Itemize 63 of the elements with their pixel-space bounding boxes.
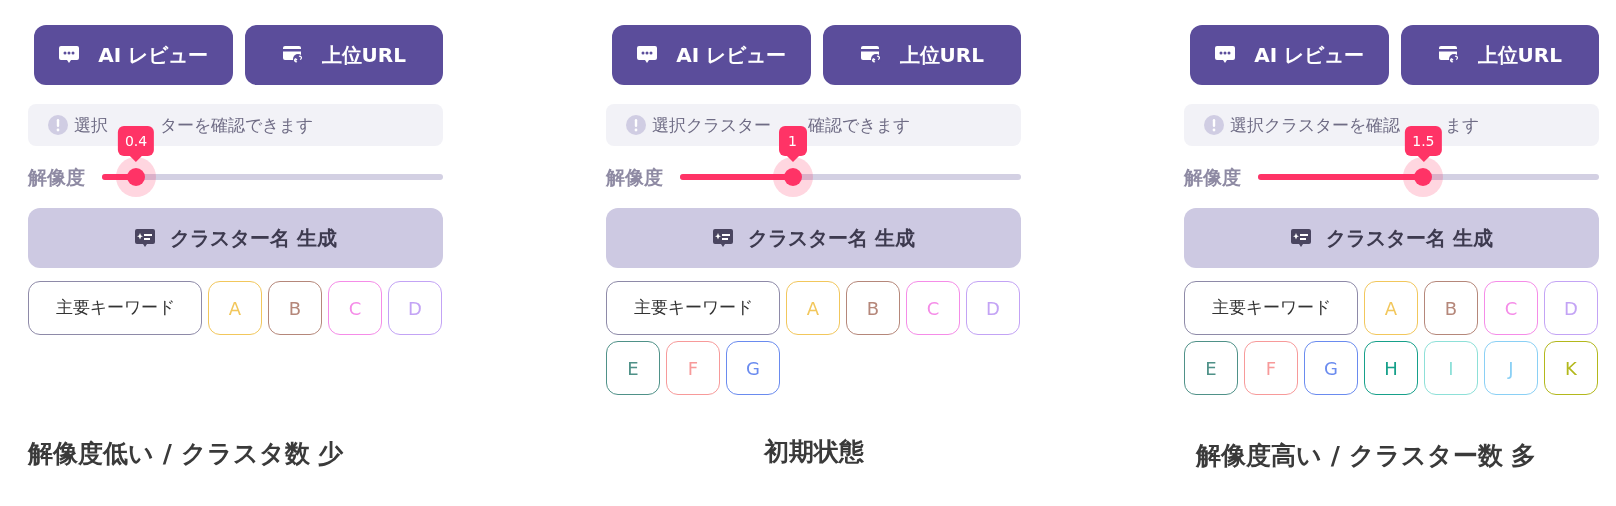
caption: 解像度低い / クラスタ数 少 bbox=[28, 438, 344, 470]
ai-review-button[interactable]: AI レビュー bbox=[612, 25, 811, 85]
slider-thumb[interactable] bbox=[772, 157, 813, 197]
ai-review-button[interactable]: AI レビュー bbox=[34, 25, 233, 85]
chat-sparkle-icon bbox=[1290, 227, 1312, 249]
top-url-button[interactable]: 上位URL bbox=[822, 25, 1021, 85]
exclamation-icon bbox=[626, 115, 646, 135]
chat-bubble-icon bbox=[636, 45, 659, 65]
tooltip-pointer-icon bbox=[786, 156, 799, 162]
keyword-chip[interactable]: 主要キーワード bbox=[1184, 281, 1358, 335]
hint-text: 選択 bbox=[74, 116, 108, 134]
cluster-chip[interactable]: B bbox=[846, 281, 900, 335]
value-tooltip: 1 bbox=[778, 126, 807, 156]
hint-text: 選択クラスター bbox=[652, 116, 771, 134]
generate-names-button[interactable]: クラスター名 生成 bbox=[1184, 208, 1599, 268]
exclamation-icon bbox=[48, 115, 68, 135]
cluster-chip[interactable]: C bbox=[1484, 281, 1538, 335]
cluster-chip[interactable]: D bbox=[966, 281, 1020, 335]
cluster-chip[interactable]: D bbox=[388, 281, 442, 335]
slider-label: 解像度 bbox=[1184, 164, 1242, 190]
value-tooltip: 1.5 bbox=[1405, 126, 1442, 156]
slider-thumb[interactable] bbox=[116, 157, 157, 197]
cluster-chip[interactable]: B bbox=[268, 281, 322, 335]
slider-thumb[interactable] bbox=[1403, 157, 1444, 197]
slider-label: 解像度 bbox=[606, 164, 664, 190]
cluster-chip[interactable]: G bbox=[1304, 341, 1358, 395]
chat-sparkle-icon bbox=[134, 227, 156, 249]
cluster-chip[interactable]: H bbox=[1364, 341, 1418, 395]
cluster-chip[interactable]: B bbox=[1424, 281, 1478, 335]
value-tooltip: 0.4 bbox=[117, 126, 155, 156]
cluster-chip[interactable]: G bbox=[726, 341, 780, 395]
ai-review-button[interactable]: AI レビュー bbox=[1190, 25, 1389, 85]
generate-names-button[interactable]: クラスター名 生成 bbox=[28, 208, 443, 268]
cluster-chip[interactable]: F bbox=[1244, 341, 1298, 395]
caption: 解像度高い / クラスター数 多 bbox=[1196, 440, 1537, 472]
cluster-chip[interactable]: F bbox=[666, 341, 720, 395]
cluster-chip[interactable]: K bbox=[1544, 341, 1598, 395]
keyword-chip[interactable]: 主要キーワード bbox=[28, 281, 202, 335]
cluster-chip[interactable]: J bbox=[1484, 341, 1538, 395]
cluster-chip[interactable]: C bbox=[328, 281, 382, 335]
hint-text: ます bbox=[1445, 116, 1479, 134]
top-url-button[interactable]: 上位URL bbox=[1400, 25, 1599, 85]
card-link-icon bbox=[1437, 45, 1460, 65]
cluster-chip[interactable]: D bbox=[1544, 281, 1598, 335]
cluster-chip[interactable]: E bbox=[606, 341, 660, 395]
tooltip-pointer-icon bbox=[130, 156, 143, 162]
tooltip-pointer-icon bbox=[1417, 156, 1430, 162]
cluster-chip[interactable]: E bbox=[1184, 341, 1238, 395]
chat-sparkle-icon bbox=[712, 227, 734, 249]
card-link-icon bbox=[281, 45, 304, 65]
hint-text: 選択クラスターを確認 bbox=[1230, 116, 1400, 134]
slider-label: 解像度 bbox=[28, 164, 86, 190]
chat-bubble-icon bbox=[1214, 45, 1237, 65]
cluster-chip[interactable]: C bbox=[906, 281, 960, 335]
top-url-button[interactable]: 上位URL bbox=[244, 25, 443, 85]
hint-text: 確認できます bbox=[808, 116, 910, 134]
card-link-icon bbox=[859, 45, 882, 65]
exclamation-icon bbox=[1204, 115, 1224, 135]
caption: 初期状態 bbox=[763, 436, 864, 468]
hint-text: ターを確認できます bbox=[160, 116, 313, 134]
chat-bubble-icon bbox=[58, 45, 81, 65]
keyword-chip[interactable]: 主要キーワード bbox=[606, 281, 780, 335]
generate-names-button[interactable]: クラスター名 生成 bbox=[606, 208, 1021, 268]
